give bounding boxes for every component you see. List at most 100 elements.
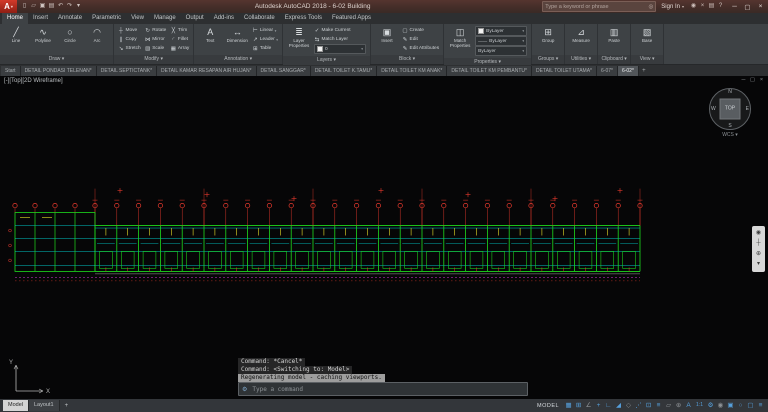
stay-connected-icon[interactable]: ▤ [707, 0, 716, 13]
line-button[interactable]: ╱Line [4, 25, 28, 54]
minimize-button[interactable]: ─ [728, 0, 741, 13]
autodesk-account-icon[interactable]: ◉ [689, 0, 698, 13]
object-color-combo[interactable]: ByLayer▾ [475, 26, 527, 36]
ribbon-tab-manage[interactable]: Manage [149, 13, 181, 24]
drawing-area[interactable]: YX [-][Top][2D Wireframe] ─▢× N W E S TO… [0, 76, 768, 399]
edit-button[interactable]: ✎Edit [402, 35, 439, 44]
ribbon-tab-featured-apps[interactable]: Featured Apps [327, 13, 376, 24]
sign-in-button[interactable]: Sign In ▾ [659, 4, 686, 10]
zoom-extents-icon[interactable]: ⊕ [756, 251, 761, 258]
file-tab-detail-toilet-km-pembantu[interactable]: DETAIL TOILET KM PEMBANTU* [447, 66, 532, 76]
arc-button[interactable]: ◠Arc [85, 25, 109, 54]
search-icon[interactable]: ◎ [648, 4, 653, 10]
qat-dropdown-icon[interactable]: ▾ [74, 0, 83, 13]
table-button[interactable]: ⊞Table [252, 44, 278, 53]
grid-display-icon[interactable]: ▦ [564, 399, 573, 412]
ortho-mode-icon[interactable]: ∟ [604, 399, 613, 412]
file-tab-detail-toilet-k-tamu[interactable]: DETAIL TOILET K.TAMU* [311, 66, 377, 76]
ribbon-tab-insert[interactable]: Insert [28, 13, 53, 24]
lineweight-icon[interactable]: ≡ [654, 399, 663, 412]
linetype-combo[interactable]: ——ByLayer▾ [475, 36, 527, 46]
file-tab-detail-sanggar[interactable]: DETAIL SANGGAR* [257, 66, 311, 76]
panel-label-annotation[interactable]: Annotation ▾ [194, 55, 282, 64]
navigation-wheel-icon[interactable]: ◉ [756, 230, 761, 237]
viewport-minimize-icon[interactable]: ─ [740, 77, 747, 83]
undo-icon[interactable]: ↶ [56, 0, 65, 13]
panel-label-view[interactable]: View ▾ [631, 55, 663, 64]
panel-label-modify[interactable]: Modify ▾ [114, 55, 193, 64]
layout-tab-model[interactable]: Model [3, 400, 29, 411]
annotation-monitor-icon[interactable]: ◉ [716, 399, 725, 412]
linear-button[interactable]: ⊢Linear▾ [252, 26, 278, 35]
circle-button[interactable]: ○Circle [58, 25, 82, 54]
panel-label-utilities[interactable]: Utilities ▾ [565, 55, 597, 64]
layout-tab-layout1[interactable]: Layout1 [29, 400, 60, 411]
drawing-svg[interactable]: YX [0, 76, 768, 399]
trim-button[interactable]: ╳Trim [170, 26, 189, 35]
navbar-more-icon[interactable]: ▾ [757, 261, 760, 268]
layer-combo[interactable]: 0▾ [314, 44, 366, 54]
infer-constraints-icon[interactable]: ∠ [584, 399, 593, 412]
app-store-icon[interactable]: × [698, 0, 707, 13]
clean-screen-icon[interactable]: ▢ [746, 399, 755, 412]
panel-label-layers[interactable]: Layers ▾ [283, 56, 370, 65]
file-tab-detail-toilet-km-anak[interactable]: DETAIL TOILET KM ANAK* [377, 66, 447, 76]
plot-icon[interactable]: ▤ [47, 0, 56, 13]
help-search-input[interactable] [545, 4, 646, 10]
ribbon-tab-home[interactable]: Home [2, 13, 28, 24]
command-bar[interactable]: ⚙ [238, 382, 528, 396]
array-button[interactable]: ▦Array [170, 44, 189, 53]
annotation-visibility-icon[interactable]: A [684, 399, 693, 412]
base-button[interactable]: ▧Base [635, 25, 659, 54]
viewcube-wcs-menu[interactable]: WCS ▾ [708, 132, 752, 138]
maximize-button[interactable]: ▢ [741, 0, 754, 13]
viewport-controls[interactable]: [-][Top][2D Wireframe] [4, 78, 63, 84]
scale-button[interactable]: ▧Scale [145, 44, 167, 53]
make-current-button[interactable]: ✓Make Current [314, 26, 366, 35]
move-button[interactable]: ┼Move [118, 26, 141, 35]
text-button[interactable]: AText [198, 25, 222, 54]
viewcube-south[interactable]: S [728, 123, 731, 129]
pan-icon[interactable]: ┼ [756, 240, 760, 247]
file-tab-6-02[interactable]: 6-02* [618, 66, 639, 76]
ribbon-tab-collaborate[interactable]: Collaborate [239, 13, 280, 24]
dynamic-input-icon[interactable]: + [594, 399, 603, 412]
new-layout-button[interactable]: + [62, 403, 72, 409]
isolate-objects-icon[interactable]: ○ [736, 399, 745, 412]
create-button[interactable]: ▢Create [402, 26, 439, 35]
insert-button[interactable]: ▣Insert [375, 25, 399, 54]
hardware-acceleration-icon[interactable]: ▣ [726, 399, 735, 412]
match-layer-button[interactable]: ⇆Match Layer [314, 35, 366, 44]
panel-label-clipboard[interactable]: Clipboard ▾ [598, 55, 630, 64]
lineweight-combo[interactable]: ByLayer▾ [475, 46, 527, 56]
viewcube-top-face[interactable]: TOP [720, 99, 741, 120]
isometric-drafting-icon[interactable]: ◇ [624, 399, 633, 412]
group-button[interactable]: ⊞Group [536, 25, 560, 54]
ribbon-tab-express-tools[interactable]: Express Tools [280, 13, 327, 24]
customize-icon[interactable]: ≡ [756, 399, 765, 412]
file-tab-detail-septictank[interactable]: DETAIL SEPTICTANK* [97, 66, 157, 76]
layer-properties-button[interactable]: ≣Layer Properties [287, 25, 311, 55]
file-tab-start[interactable]: Start [1, 66, 21, 76]
viewcube-north[interactable]: N [728, 89, 732, 95]
panel-label-block[interactable]: Block ▾ [371, 55, 443, 64]
command-customize-icon[interactable]: ⚙ [242, 386, 247, 393]
panel-label-groups[interactable]: Groups ▾ [532, 55, 564, 64]
close-button[interactable]: × [754, 0, 767, 13]
file-tab-6-07[interactable]: 6-07* [597, 66, 618, 76]
copy-button[interactable]: ∥Copy [118, 35, 141, 44]
dimension-button[interactable]: ↔Dimension [225, 25, 249, 54]
new-file-icon[interactable]: ▯ [20, 0, 29, 13]
model-space-label[interactable]: MODEL [537, 403, 559, 409]
object-snap-icon[interactable]: ⊡ [644, 399, 653, 412]
workspace-switching-icon[interactable]: ⚙ [706, 399, 715, 412]
file-tab-detail-kamar-resapan-air-hujan[interactable]: DETAIL KAMAR RESAPAN AIR HUJAN* [157, 66, 256, 76]
annotation-scale-control[interactable]: 1:1 [694, 399, 705, 412]
ribbon-tab-annotate[interactable]: Annotate [53, 13, 87, 24]
new-drawing-button[interactable]: + [639, 66, 649, 76]
file-tab-detail-pondasi-telenan[interactable]: DETAIL PONDASI TELENAN* [21, 66, 97, 76]
file-tab-detail-toilet-utama[interactable]: DETAIL TOILET UTAMA* [532, 66, 597, 76]
rotate-button[interactable]: ↻Rotate [145, 26, 167, 35]
application-menu-button[interactable]: A ▾ [0, 0, 17, 13]
selection-cycling-icon[interactable]: ⊕ [674, 399, 683, 412]
